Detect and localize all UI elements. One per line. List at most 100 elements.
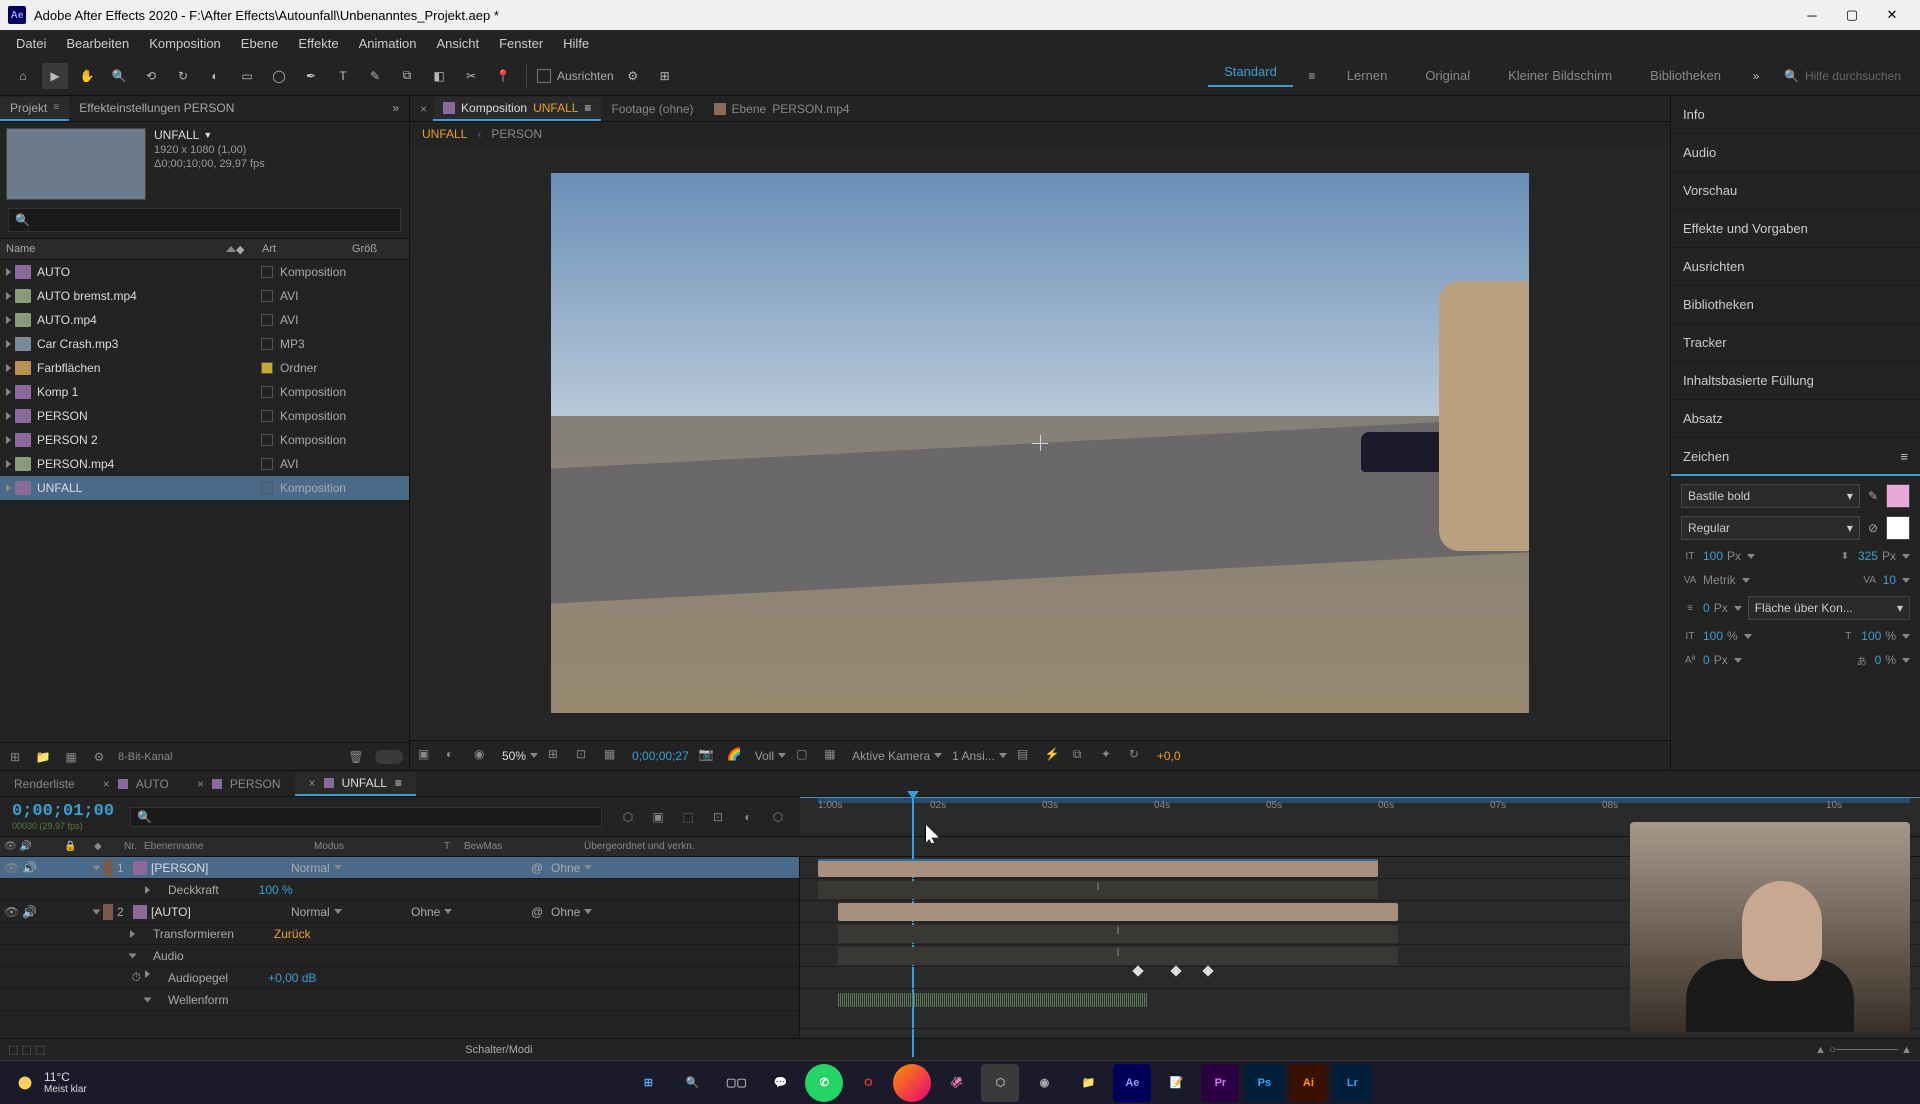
disclosure-icon[interactable]	[145, 970, 150, 978]
layer-property[interactable]: Wellenform	[0, 989, 799, 1011]
leading-field[interactable]: ⬍325 Px	[1836, 548, 1910, 564]
item-label-swatch[interactable]	[261, 338, 273, 350]
font-family-dropdown[interactable]: Bastile bold▾	[1681, 484, 1860, 508]
render-icon[interactable]: ↻	[1129, 747, 1147, 765]
layer-clip[interactable]	[838, 903, 1398, 921]
stroke-color-swatch[interactable]	[1886, 516, 1910, 540]
property-reset[interactable]: Zurück	[274, 927, 311, 941]
disclosure-icon[interactable]	[145, 886, 150, 894]
tab-effekteinstellungen[interactable]: Effekteinstellungen PERSON	[69, 97, 244, 121]
panel-menu-icon[interactable]: ≡	[584, 101, 591, 115]
hscale-field[interactable]: T100 %	[1839, 628, 1910, 644]
interpret-footage-icon[interactable]: ⊞	[6, 748, 24, 766]
3d-icon[interactable]: ◉	[474, 747, 492, 765]
visibility-icon[interactable]: 👁	[4, 905, 18, 919]
workspace-standard[interactable]: Standard	[1208, 64, 1293, 87]
rect-tool-icon[interactable]: ▭	[234, 63, 260, 89]
eyedropper-icon[interactable]: ✎	[1868, 489, 1878, 503]
disclosure-icon[interactable]	[6, 388, 11, 396]
opera-icon[interactable]: O	[849, 1064, 887, 1102]
tab-person[interactable]: ×PERSON	[183, 773, 295, 795]
selection-tool-icon[interactable]: ▶	[42, 63, 68, 89]
disclosure-icon[interactable]	[6, 268, 11, 276]
panel-effekte[interactable]: Effekte und Vorgaben	[1671, 210, 1920, 248]
timeline-icon[interactable]: ⧉	[1073, 747, 1091, 765]
brush-tool-icon[interactable]: ✎	[362, 63, 388, 89]
puppet-tool-icon[interactable]: 📍	[490, 63, 516, 89]
layer-property[interactable]: ⏱ Audiopegel +0,00 dB	[0, 967, 799, 989]
alpha-icon[interactable]: ▣	[418, 747, 436, 765]
property-value[interactable]: 100 %	[259, 883, 293, 897]
menu-effekte[interactable]: Effekte	[288, 32, 348, 55]
project-item[interactable]: AUTO bremst.mp4 AVI	[0, 284, 409, 308]
whatsapp-icon[interactable]: ✆	[805, 1064, 843, 1102]
workspace-menu-icon[interactable]: ≡	[1299, 63, 1325, 89]
workspace-lernen[interactable]: Lernen	[1331, 68, 1403, 83]
frame-blend-icon[interactable]: ⊡	[708, 807, 728, 827]
keyframe-icon[interactable]	[1202, 965, 1213, 976]
show-snapshot-icon[interactable]: 🌈	[727, 747, 745, 765]
panel-tracker[interactable]: Tracker	[1671, 324, 1920, 362]
roto-tool-icon[interactable]: ✂	[458, 63, 484, 89]
panel-absatz[interactable]: Absatz	[1671, 400, 1920, 438]
col-name[interactable]: Name	[6, 243, 35, 255]
after-effects-icon[interactable]: Ae	[1113, 1064, 1151, 1102]
illustrator-icon[interactable]: Ai	[1289, 1064, 1327, 1102]
blend-mode-dropdown[interactable]: Normal	[291, 905, 391, 919]
current-time[interactable]: 0;00;00;27	[632, 749, 689, 763]
layer-name[interactable]: [AUTO]	[151, 905, 291, 919]
item-label-swatch[interactable]	[261, 386, 273, 398]
project-settings-icon[interactable]: ⚙	[90, 748, 108, 766]
panel-fuellung[interactable]: Inhaltsbasierte Füllung	[1671, 362, 1920, 400]
menu-bearbeiten[interactable]: Bearbeiten	[56, 32, 139, 55]
tab-overflow-icon[interactable]: »	[382, 97, 409, 121]
tab-ebene[interactable]: Ebene PERSON.mp4	[704, 98, 860, 120]
draft-3d-icon[interactable]: ▣	[648, 807, 668, 827]
disclosure-icon[interactable]	[144, 997, 152, 1002]
fill-color-swatch[interactable]	[1886, 484, 1910, 508]
project-search[interactable]: 🔍	[8, 208, 401, 232]
search-button[interactable]: 🔍	[673, 1064, 711, 1102]
sort-asc-icon[interactable]	[226, 246, 236, 252]
clone-tool-icon[interactable]: ⧉	[394, 63, 420, 89]
vscale-field[interactable]: IT100 %	[1681, 628, 1752, 644]
comp-close-icon[interactable]: ×	[420, 102, 427, 116]
guides-icon[interactable]: ⊡	[576, 747, 594, 765]
panel-audio[interactable]: Audio	[1671, 134, 1920, 172]
app-icon[interactable]: ⬡	[981, 1064, 1019, 1102]
roi-icon[interactable]: ▢	[796, 747, 814, 765]
explorer-icon[interactable]: 📁	[1069, 1064, 1107, 1102]
disclosure-icon[interactable]	[93, 909, 101, 914]
camera-dropdown[interactable]: Aktive Kamera	[852, 749, 942, 763]
orbit-tool-icon[interactable]: ⟲	[138, 63, 164, 89]
font-size-field[interactable]: tT100 Px	[1681, 548, 1755, 564]
tab-renderliste[interactable]: Renderliste	[0, 773, 89, 795]
menu-ebene[interactable]: Ebene	[231, 32, 289, 55]
item-label-swatch[interactable]	[261, 314, 273, 326]
layer-label-swatch[interactable]	[103, 860, 113, 876]
help-search[interactable]: 🔍 Hilfe durchsuchen	[1775, 68, 1910, 84]
layer-name[interactable]: [PERSON]	[151, 861, 291, 875]
project-item[interactable]: AUTO Komposition	[0, 260, 409, 284]
comp-mini-flowchart-icon[interactable]: ⬡	[618, 807, 638, 827]
fast-preview-icon[interactable]: ⚡	[1045, 747, 1063, 765]
no-fill-icon[interactable]: ⊘	[1868, 521, 1878, 535]
new-folder-icon[interactable]: 📁	[34, 748, 52, 766]
weather-widget[interactable]: 11°C Meist klar	[14, 1070, 87, 1095]
menu-ansicht[interactable]: Ansicht	[426, 32, 489, 55]
zoom-slider[interactable]: ▲ ○──────── ▲	[1815, 1044, 1912, 1056]
project-item[interactable]: Komp 1 Komposition	[0, 380, 409, 404]
shy-icon[interactable]: ⬚	[678, 807, 698, 827]
panel-info[interactable]: Info	[1671, 96, 1920, 134]
blend-mode-dropdown[interactable]: Normal	[291, 861, 391, 875]
stopwatch-icon[interactable]: ⏱	[132, 970, 141, 985]
project-item[interactable]: PERSON Komposition	[0, 404, 409, 428]
bit-depth[interactable]: 8-Bit-Kanal	[118, 751, 172, 763]
project-item[interactable]: UNFALL Komposition	[0, 476, 409, 500]
obs-icon[interactable]: ◉	[1025, 1064, 1063, 1102]
project-item[interactable]: Farbflächen Ordner	[0, 356, 409, 380]
text-tool-icon[interactable]: T	[330, 63, 356, 89]
layer-property[interactable]: Transformieren Zurück	[0, 923, 799, 945]
zoom-tool-icon[interactable]: 🔍	[106, 63, 132, 89]
timeline-layer-list[interactable]: 👁🔊 1 [PERSON] Normal @ Ohne Deckkraft 10…	[0, 857, 800, 1038]
